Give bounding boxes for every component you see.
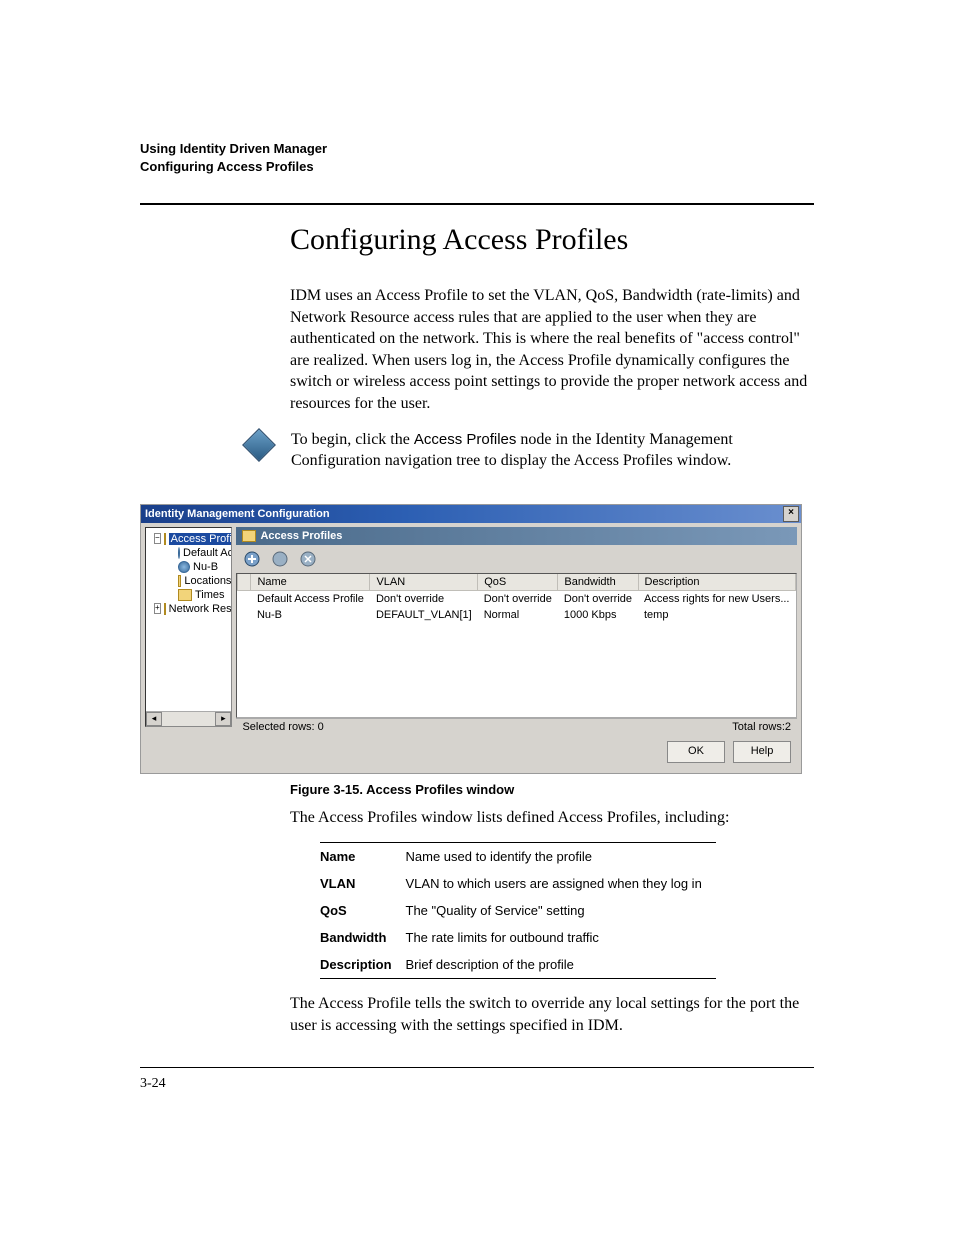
tree-item[interactable]: Times [195, 589, 225, 601]
table-header-row: Name VLAN QoS Bandwidth Description [238, 574, 796, 591]
panel-header: Access Profiles [236, 527, 797, 545]
def-label: Description [320, 951, 406, 978]
panel-title: Access Profiles [260, 530, 342, 542]
toolbar-btn-edit[interactable] [270, 549, 290, 569]
expand-icon[interactable]: − [154, 533, 161, 544]
page-number: 3-24 [140, 1076, 814, 1092]
def-row: NameName used to identify the profile [320, 843, 716, 870]
scroll-left-icon[interactable]: ◂ [146, 712, 162, 726]
selected-rows: Selected rows: 0 [242, 721, 323, 733]
app-window: Identity Management Configuration × − Ac… [140, 504, 802, 774]
def-row: QoSThe "Quality of Service" setting [320, 897, 716, 924]
def-label: VLAN [320, 870, 406, 897]
folder-icon [242, 530, 256, 542]
begin-paragraph: To begin, click the Access Profiles node… [291, 429, 814, 472]
col-desc[interactable]: Description [638, 574, 796, 591]
def-label: Name [320, 843, 406, 870]
profile-icon [178, 547, 180, 559]
cell-desc: temp [638, 607, 796, 623]
tree-item[interactable]: Nu-B [193, 561, 218, 573]
cell-vlan: Don't override [370, 590, 478, 607]
col-vlan[interactable]: VLAN [370, 574, 478, 591]
def-text: VLAN to which users are assigned when th… [406, 870, 716, 897]
cell-bw: 1000 Kbps [558, 607, 638, 623]
toolbar-btn-new[interactable] [242, 549, 262, 569]
nav-tree[interactable]: − Access Profiles Default Access Pro Nu-… [145, 527, 232, 727]
cell-desc: Access rights for new Users... [638, 590, 796, 607]
folder-icon [178, 589, 192, 601]
tree-root[interactable]: Access Profiles [169, 533, 233, 545]
expand-icon[interactable]: + [154, 603, 161, 614]
intro-paragraph: IDM uses an Access Profile to set the VL… [290, 285, 814, 415]
status-bar: Selected rows: 0 Total rows:2 [236, 718, 797, 735]
tree-item[interactable]: Network Resources [169, 603, 233, 615]
table-row[interactable]: Nu-B DEFAULT_VLAN[1] Normal 1000 Kbps te… [238, 607, 796, 623]
cell-name: Nu-B [251, 607, 370, 623]
tree-item[interactable]: Locations [184, 575, 231, 587]
ok-button[interactable]: OK [667, 741, 725, 763]
rule-top [140, 203, 814, 205]
scroll-right-icon[interactable]: ▸ [215, 712, 231, 726]
cell-qos: Don't override [478, 590, 558, 607]
def-label: Bandwidth [320, 924, 406, 951]
def-text: Brief description of the profile [406, 951, 716, 978]
profile-icon [178, 561, 190, 573]
begin-pre: To begin, click the [291, 431, 414, 448]
figure-caption: Figure 3-15. Access Profiles window [290, 782, 814, 797]
toolbar-btn-delete[interactable] [298, 549, 318, 569]
help-button[interactable]: Help [733, 741, 791, 763]
table-row[interactable]: Default Access Profile Don't override Do… [238, 590, 796, 607]
def-row: BandwidthThe rate limits for outbound tr… [320, 924, 716, 951]
col-bw[interactable]: Bandwidth [558, 574, 638, 591]
begin-bold: Access Profiles [414, 431, 517, 448]
def-label: QoS [320, 897, 406, 924]
info-diamond-icon [245, 429, 273, 462]
running-header: Using Identity Driven Manager Configurin… [140, 140, 814, 175]
folder-icon [164, 603, 166, 615]
titlebar: Identity Management Configuration × [141, 505, 801, 523]
closing-paragraph: The Access Profile tells the switch to o… [290, 993, 814, 1036]
folder-icon [164, 533, 166, 545]
rule-bottom [140, 1067, 814, 1068]
cell-bw: Don't override [558, 590, 638, 607]
def-text: The "Quality of Service" setting [406, 897, 716, 924]
close-icon[interactable]: × [783, 506, 799, 522]
def-text: Name used to identify the profile [406, 843, 716, 870]
after-figure-text: The Access Profiles window lists defined… [290, 807, 814, 829]
cell-name: Default Access Profile [251, 590, 370, 607]
col-name[interactable]: Name [251, 574, 370, 591]
tree-item[interactable]: Default Access Pro [183, 547, 232, 559]
def-text: The rate limits for outbound traffic [406, 924, 716, 951]
running-header-line2: Configuring Access Profiles [140, 158, 814, 176]
data-grid[interactable]: Name VLAN QoS Bandwidth Description Defa… [236, 573, 797, 718]
definition-table: NameName used to identify the profile VL… [320, 842, 716, 979]
section-title: Configuring Access Profiles [290, 223, 814, 257]
def-row: DescriptionBrief description of the prof… [320, 951, 716, 978]
hscrollbar[interactable]: ◂▸ [146, 711, 231, 726]
window-title: Identity Management Configuration [145, 508, 330, 520]
toolbar [236, 545, 797, 573]
total-rows: Total rows:2 [732, 721, 791, 733]
def-row: VLANVLAN to which users are assigned whe… [320, 870, 716, 897]
cell-qos: Normal [478, 607, 558, 623]
running-header-line1: Using Identity Driven Manager [140, 140, 814, 158]
cell-vlan: DEFAULT_VLAN[1] [370, 607, 478, 623]
col-qos[interactable]: QoS [478, 574, 558, 591]
folder-icon [178, 575, 181, 587]
